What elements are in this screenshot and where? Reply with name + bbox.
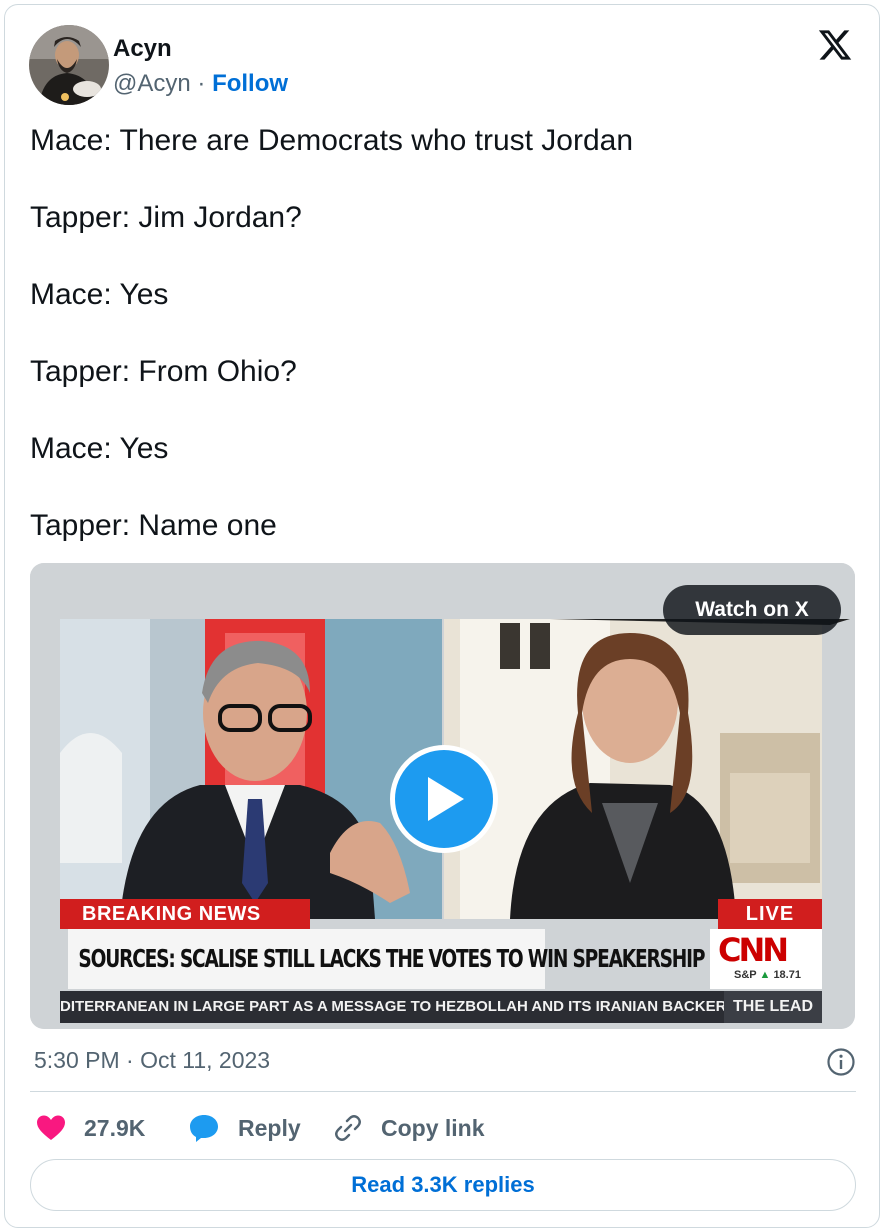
cnn-logo: CNN xyxy=(718,931,789,969)
tweet-line: Tapper: Name one xyxy=(30,509,277,542)
heart-icon xyxy=(37,1115,65,1140)
action-bar: 27.9K Reply Copy link xyxy=(30,1105,856,1151)
show-name: THE LEAD xyxy=(724,991,822,1023)
video-headline: SOURCES: SCALISE STILL LACKS THE VOTES T… xyxy=(68,929,705,989)
tweet-timestamp[interactable]: 5:30 PM · Oct 11, 2023 xyxy=(34,1047,270,1074)
tweet-line: Tapper: From Ohio? xyxy=(30,355,297,388)
read-replies-button[interactable]: Read 3.3K replies xyxy=(30,1159,856,1211)
copy-link-label: Copy link xyxy=(381,1114,485,1141)
tweet-card: Acyn @Acyn · Follow Mace: There are Demo… xyxy=(4,4,880,1228)
reply-label: Reply xyxy=(238,1114,301,1141)
tweet-body: Mace: There are Democrats who trust Jord… xyxy=(30,123,860,585)
reply-button[interactable]: Reply xyxy=(188,1105,301,1151)
play-button[interactable] xyxy=(390,745,498,853)
author-display-name[interactable]: Acyn xyxy=(113,35,172,63)
market-value: 18.71 xyxy=(773,969,801,981)
like-button[interactable]: 27.9K xyxy=(36,1105,145,1151)
handle-separator: · xyxy=(197,70,206,97)
video-player[interactable]: Watch on X BREAKING NEWS LIVE SOURCES: S… xyxy=(30,563,855,1029)
network-box: CNN S&P ▲ 18.71 xyxy=(710,929,822,989)
tweet-line: Mace: Yes xyxy=(30,278,169,311)
copy-link-button[interactable]: Copy link xyxy=(333,1105,485,1151)
author-handle[interactable]: @Acyn xyxy=(113,70,191,97)
market-label: S&P xyxy=(734,969,757,981)
tweet-line: Mace: Yes xyxy=(30,432,169,465)
info-icon[interactable] xyxy=(826,1047,856,1077)
news-ticker: DITERRANEAN IN LARGE PART AS A MESSAGE T… xyxy=(60,991,822,1023)
tweet-line: Mace: There are Democrats who trust Jord… xyxy=(30,124,634,157)
live-badge: LIVE xyxy=(718,899,822,929)
breaking-news-banner: BREAKING NEWS xyxy=(60,899,310,929)
avatar-image xyxy=(29,25,109,105)
link-icon xyxy=(335,1115,361,1141)
x-logo-icon[interactable] xyxy=(817,27,853,63)
author-avatar[interactable] xyxy=(29,25,109,105)
reply-bubble-icon xyxy=(190,1115,218,1142)
divider xyxy=(30,1091,856,1092)
like-count: 27.9K xyxy=(84,1114,146,1141)
author-handle-line: @Acyn · Follow xyxy=(113,70,288,98)
market-ticker: S&P ▲ 18.71 xyxy=(734,969,801,981)
market-arrow-icon: ▲ xyxy=(759,969,771,981)
tweet-line: Tapper: Jim Jordan? xyxy=(30,201,302,234)
timestamp-row: 5:30 PM · Oct 11, 2023 xyxy=(30,1045,856,1081)
watch-on-x-button[interactable]: Watch on X xyxy=(663,585,841,635)
ticker-text: DITERRANEAN IN LARGE PART AS A MESSAGE T… xyxy=(60,998,724,1015)
follow-button[interactable]: Follow xyxy=(212,70,288,97)
play-icon xyxy=(428,777,464,821)
